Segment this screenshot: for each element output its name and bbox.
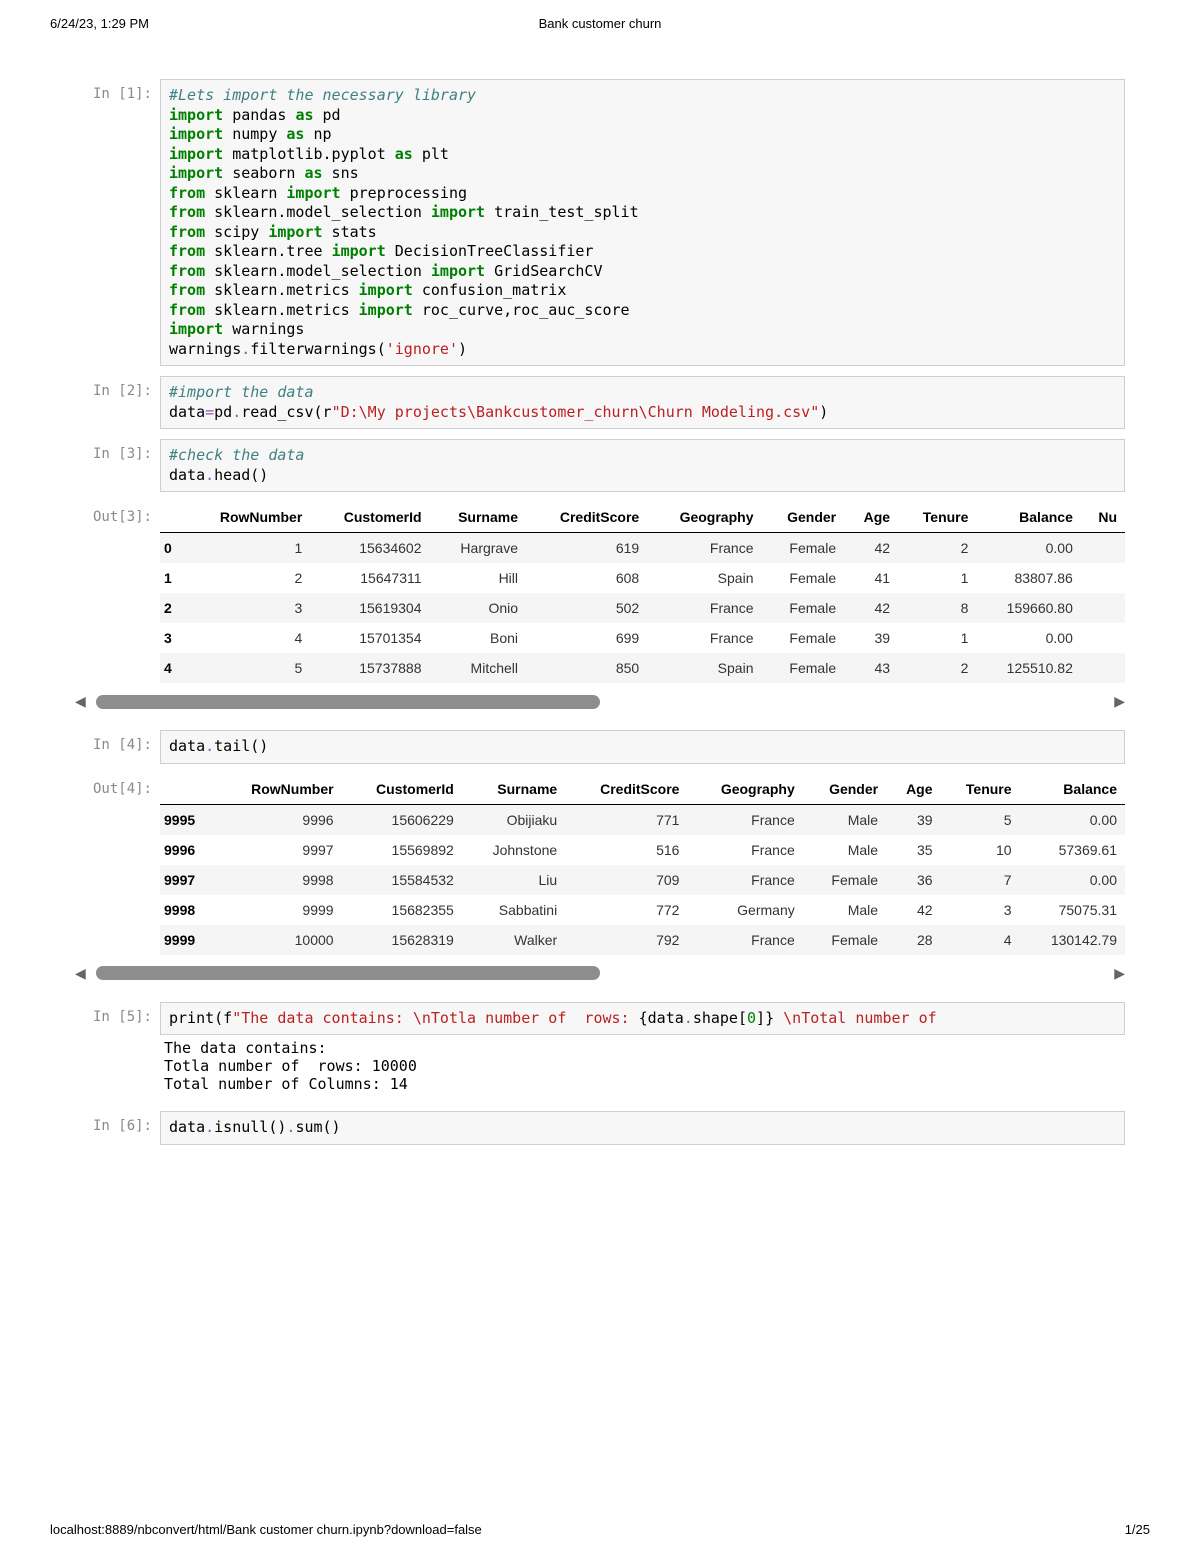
cell-in-6: In [6]: data.isnull().sum() — [75, 1111, 1125, 1145]
cell-in-3: In [3]: #check the data data.head() — [75, 439, 1125, 492]
scroll-track[interactable] — [96, 695, 1104, 709]
cell-in-5: In [5]: print(f"The data contains: \nTot… — [75, 1002, 1125, 1102]
stdout-5: The data contains: Totla number of rows:… — [160, 1035, 1125, 1101]
prompt-in-5: In [5]: — [75, 1002, 160, 1025]
cell-in-2: In [2]: #import the data data=pd.read_cs… — [75, 376, 1125, 429]
scroll-left-icon[interactable]: ◀ — [75, 693, 86, 710]
horizontal-scrollbar-2[interactable]: ◀ ▶ — [75, 965, 1125, 982]
footer-page: 1/25 — [1125, 1522, 1150, 1537]
code-block-1: #Lets import the necessary library impor… — [160, 79, 1125, 366]
prompt-in-4: In [4]: — [75, 730, 160, 753]
scroll-thumb[interactable] — [96, 695, 600, 709]
prompt-in-1: In [1]: — [75, 79, 160, 102]
page: 6/24/23, 1:29 PM Bank customer churn In … — [0, 0, 1200, 1553]
prompt-in-2: In [2]: — [75, 376, 160, 399]
horizontal-scrollbar-1[interactable]: ◀ ▶ — [75, 693, 1125, 710]
prompt-in-3: In [3]: — [75, 439, 160, 462]
prompt-out-4: Out[4]: — [75, 774, 160, 797]
prompt-out-3: Out[3]: — [75, 502, 160, 525]
footer-url: localhost:8889/nbconvert/html/Bank custo… — [50, 1522, 482, 1537]
print-footer: localhost:8889/nbconvert/html/Bank custo… — [50, 1522, 1150, 1537]
print-header: 6/24/23, 1:29 PM Bank customer churn — [0, 0, 1200, 39]
scroll-left-icon[interactable]: ◀ — [75, 965, 86, 982]
scroll-right-icon[interactable]: ▶ — [1114, 693, 1125, 710]
code-block-4: data.tail() — [160, 730, 1125, 764]
code-block-6: data.isnull().sum() — [160, 1111, 1125, 1145]
cell-out-3: Out[3]: RowNumberCustomerIdSurnameCredit… — [75, 502, 1125, 683]
code-block-5: print(f"The data contains: \nTotla numbe… — [160, 1002, 1125, 1036]
dataframe-head: RowNumberCustomerIdSurnameCreditScoreGeo… — [160, 502, 1125, 683]
cell-out-4: Out[4]: RowNumberCustomerIdSurnameCredit… — [75, 774, 1125, 955]
notebook-content-2: In [4]: data.tail() Out[4]: RowNumberCus… — [0, 730, 1200, 955]
notebook-content: In [1]: #Lets import the necessary libra… — [0, 39, 1200, 683]
notebook-content-3: In [5]: print(f"The data contains: \nTot… — [0, 1002, 1200, 1145]
dataframe-tail: RowNumberCustomerIdSurnameCreditScoreGeo… — [160, 774, 1125, 955]
scroll-thumb[interactable] — [96, 966, 600, 980]
scroll-track[interactable] — [96, 966, 1104, 980]
scroll-right-icon[interactable]: ▶ — [1114, 965, 1125, 982]
code-block-3: #check the data data.head() — [160, 439, 1125, 492]
print-timestamp: 6/24/23, 1:29 PM — [50, 16, 149, 31]
cell-in-1: In [1]: #Lets import the necessary libra… — [75, 79, 1125, 366]
print-title: Bank customer churn — [0, 16, 1200, 31]
prompt-in-6: In [6]: — [75, 1111, 160, 1134]
cell-in-4: In [4]: data.tail() — [75, 730, 1125, 764]
code-block-2: #import the data data=pd.read_csv(r"D:\M… — [160, 376, 1125, 429]
